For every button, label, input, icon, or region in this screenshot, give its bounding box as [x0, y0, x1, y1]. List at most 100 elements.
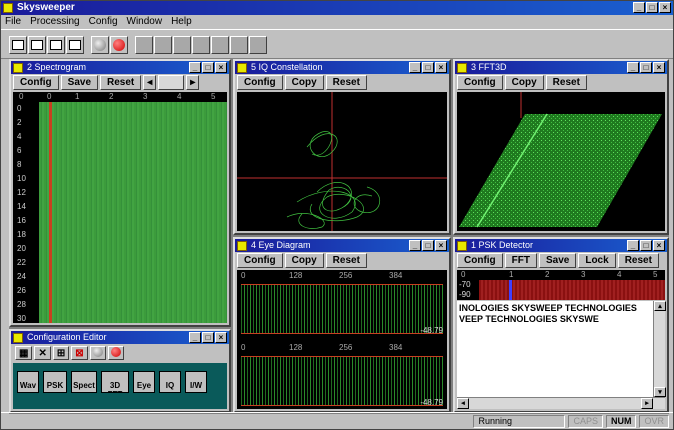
- minimize-button[interactable]: _: [627, 240, 639, 251]
- decoded-text-area[interactable]: INOLOGIES SKYSWEEP TECHNOLOGIES VEEP TEC…: [457, 301, 653, 397]
- save-button[interactable]: Save: [60, 75, 99, 90]
- stop-button[interactable]: [89, 346, 106, 360]
- close-button[interactable]: ×: [653, 240, 665, 251]
- reset-button[interactable]: Reset: [617, 253, 659, 268]
- config-button[interactable]: Config: [237, 253, 283, 268]
- open-button[interactable]: [28, 36, 46, 54]
- eye-plot[interactable]: 0 128 256 384 -48.79 0 128 256 384 -48.7…: [237, 270, 447, 409]
- menu-file[interactable]: File: [5, 15, 21, 29]
- spectrogram-title: 2 Spectrogram: [27, 62, 87, 72]
- module-eye[interactable]: Eye: [133, 371, 155, 393]
- module-wav[interactable]: Wav: [17, 371, 39, 393]
- eye-buttonbar: Config Copy Reset: [235, 252, 449, 269]
- copy-button[interactable]: Copy: [284, 75, 324, 90]
- minimize-button[interactable]: _: [189, 62, 201, 73]
- reset-button[interactable]: Reset: [545, 75, 587, 90]
- module-fft3d[interactable]: 3D FFT: [101, 371, 129, 393]
- close-button[interactable]: ×: [659, 2, 671, 13]
- new-config-button[interactable]: [9, 36, 27, 54]
- psk-spectrum[interactable]: 0 1 2 3 4 5 -70 -90: [457, 270, 665, 300]
- scroll-up-button[interactable]: ▴: [654, 301, 666, 311]
- menu-help[interactable]: Help: [171, 15, 192, 29]
- maximize-button[interactable]: □: [202, 62, 214, 73]
- toolbar-slot-6[interactable]: [230, 36, 248, 54]
- menu-processing[interactable]: Processing: [30, 15, 79, 29]
- copy-button[interactable]: [66, 36, 84, 54]
- window-icon[interactable]: [457, 63, 467, 73]
- close-button[interactable]: ×: [435, 240, 447, 251]
- scroll-right-button[interactable]: ▸: [186, 75, 200, 90]
- config-button[interactable]: Config: [13, 75, 59, 90]
- toolbar-slot-4[interactable]: [192, 36, 210, 54]
- save-button[interactable]: Save: [538, 253, 577, 268]
- minimize-button[interactable]: _: [409, 240, 421, 251]
- copy-button[interactable]: Copy: [284, 253, 324, 268]
- window-icon[interactable]: [457, 241, 467, 251]
- reset-button[interactable]: Reset: [325, 253, 367, 268]
- run-button[interactable]: [107, 346, 124, 360]
- close-button[interactable]: ×: [653, 62, 665, 73]
- scroll-right-button[interactable]: ▸: [641, 398, 653, 409]
- config-button[interactable]: Config: [237, 75, 283, 90]
- maximize-button[interactable]: □: [646, 2, 658, 13]
- config-button[interactable]: Config: [457, 253, 503, 268]
- scroll-down-button[interactable]: ▾: [654, 387, 666, 397]
- module-iw[interactable]: I/W: [185, 371, 207, 393]
- maximize-button[interactable]: □: [422, 62, 434, 73]
- maximize-button[interactable]: □: [422, 240, 434, 251]
- remove-button[interactable]: ⊠: [71, 346, 88, 360]
- iq-plot[interactable]: [237, 92, 447, 231]
- menu-window[interactable]: Window: [127, 15, 163, 29]
- scroll-left-button[interactable]: ◂: [457, 398, 469, 409]
- lock-button[interactable]: Lock: [578, 253, 616, 268]
- toolbar-slot-5[interactable]: [211, 36, 229, 54]
- window-icon[interactable]: [13, 333, 23, 343]
- minimize-button[interactable]: _: [189, 332, 201, 343]
- toolbar-slot-7[interactable]: [249, 36, 267, 54]
- window-icon[interactable]: [237, 241, 247, 251]
- fft3d-plot[interactable]: [457, 92, 665, 231]
- eye-scale-mid: -48.79: [420, 398, 443, 407]
- save-button[interactable]: [47, 36, 65, 54]
- module-psk[interactable]: PSK: [43, 371, 67, 393]
- window-icon[interactable]: [237, 63, 247, 73]
- maximize-button[interactable]: □: [640, 62, 652, 73]
- add-button[interactable]: ⊞: [52, 346, 70, 360]
- y-tick: 10: [17, 174, 26, 183]
- grid-button[interactable]: ▦: [15, 346, 33, 360]
- maximize-button[interactable]: □: [202, 332, 214, 343]
- module-iq[interactable]: IQ: [159, 371, 181, 393]
- menu-config[interactable]: Config: [89, 15, 118, 29]
- y-tick: 6: [17, 146, 22, 155]
- close-button[interactable]: ×: [215, 62, 227, 73]
- maximize-button[interactable]: □: [640, 240, 652, 251]
- close-button[interactable]: ×: [435, 62, 447, 73]
- minimize-button[interactable]: _: [409, 62, 421, 73]
- x-tick: 4: [177, 92, 182, 101]
- module-spectrogram[interactable]: Spect: [71, 371, 97, 393]
- minimize-button[interactable]: _: [627, 62, 639, 73]
- open-icon: [31, 40, 43, 50]
- spectrogram-plot[interactable]: 0 0 1 2 3 4 5 0 2 4 6 8 10 12 14 16 18 2…: [13, 92, 227, 323]
- toolbar-slot-2[interactable]: [154, 36, 172, 54]
- stop-button[interactable]: [91, 36, 109, 54]
- delete-button[interactable]: ✕: [34, 346, 51, 360]
- window-icon[interactable]: [13, 63, 23, 73]
- toolbar-slot-3[interactable]: [173, 36, 191, 54]
- ovr-indicator: OVR: [639, 415, 669, 428]
- scroll-left-button[interactable]: ◂: [143, 75, 157, 90]
- close-button[interactable]: ×: [215, 332, 227, 343]
- fft-button[interactable]: FFT: [504, 253, 537, 268]
- toolbar-slot-1[interactable]: [135, 36, 153, 54]
- vertical-scrollbar[interactable]: ▴ ▾: [653, 301, 666, 397]
- app-icon[interactable]: [3, 3, 13, 13]
- record-icon: [110, 347, 121, 357]
- scroll-track[interactable]: [158, 75, 185, 90]
- config-button[interactable]: Config: [457, 75, 503, 90]
- horizontal-scrollbar[interactable]: ◂ ▸: [457, 397, 665, 409]
- minimize-button[interactable]: _: [633, 2, 645, 13]
- reset-button[interactable]: Reset: [325, 75, 367, 90]
- run-button[interactable]: [110, 36, 128, 54]
- copy-button[interactable]: Copy: [504, 75, 544, 90]
- reset-button[interactable]: Reset: [100, 75, 142, 90]
